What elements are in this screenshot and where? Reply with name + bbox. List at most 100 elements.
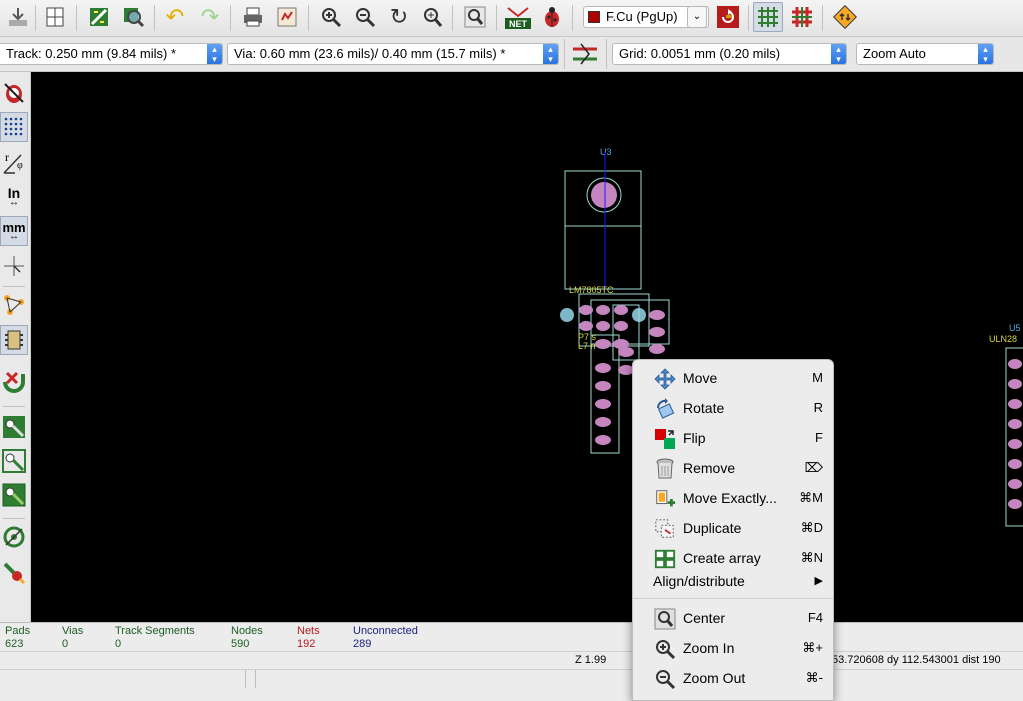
new-board-icon[interactable] — [84, 2, 114, 32]
menu-item-remove[interactable]: Remove ⌦ — [633, 453, 833, 483]
submenu-arrow-icon: ▶ — [814, 575, 823, 587]
value-label-l7: L7 n — [578, 341, 596, 351]
move-icon — [654, 368, 676, 390]
auto-track-width-icon[interactable] — [571, 41, 599, 67]
menu-shortcut: ⌘D — [800, 520, 823, 535]
value-label-cluster: LM7805TC — [569, 285, 614, 295]
script-icon[interactable] — [830, 2, 860, 32]
menu-shortcut: F — [815, 430, 823, 445]
pcb-canvas[interactable]: U3 LM7805TC P7 s L7 n U5 ULN28 — [31, 72, 1023, 622]
zoom-fit-icon[interactable] — [417, 2, 447, 32]
page-settings-icon[interactable] — [40, 2, 70, 32]
stat-pads-label: Pads — [5, 625, 31, 637]
stat-tracks-label: Track Segments — [115, 625, 195, 637]
status-bar: Pads 623 Vias 0 Track Segments 0 Nodes 5… — [0, 622, 1023, 688]
stat-unconnected-label: Unconnected — [353, 625, 418, 637]
stat-nets-label: Nets — [297, 625, 320, 637]
zoom-out-icon[interactable] — [350, 2, 380, 32]
stat-pads-value: 623 — [5, 638, 24, 650]
plot-icon[interactable] — [272, 2, 302, 32]
track-grid-icon[interactable] — [787, 2, 817, 32]
menu-item-label: Center — [683, 610, 726, 626]
grid-snap-icon[interactable] — [753, 2, 783, 32]
zone-fill-icon[interactable] — [0, 480, 28, 510]
rotate-icon — [654, 398, 676, 420]
grid-value: Grid: 0.0051 mm (0.20 mils) — [619, 46, 781, 61]
menu-item-label: Rotate — [683, 400, 725, 416]
netlist-icon[interactable]: NET — [503, 2, 533, 32]
grid-display-icon[interactable] — [0, 112, 28, 142]
chevron-updown-icon: ▴ ▾ — [831, 44, 846, 64]
no-ratsnest-icon[interactable] — [0, 367, 28, 397]
menu-shortcut: ⌘+ — [802, 640, 823, 655]
menu-shortcut: ⌦ — [804, 460, 823, 475]
zoom-in-icon — [654, 638, 676, 660]
zoom-out-icon — [654, 668, 676, 690]
menu-item-label: Duplicate — [683, 520, 742, 536]
module-ratsnest-icon[interactable] — [0, 325, 28, 355]
menu-item-move-exactly[interactable]: Move Exactly... ⌘M — [633, 483, 833, 513]
drc-icon[interactable] — [537, 2, 567, 32]
find-icon[interactable] — [118, 2, 148, 32]
zone-outline-icon[interactable] — [0, 446, 28, 476]
ref-u5: U5 — [1009, 323, 1021, 333]
menu-shortcut: ⌘M — [799, 490, 823, 505]
zoom-selection-icon[interactable] — [460, 2, 490, 32]
ref-u3: U3 — [600, 147, 612, 157]
double-arrow-icon: ↔ — [9, 230, 19, 242]
show-zones-icon[interactable] — [0, 412, 28, 442]
zoom-select[interactable]: Zoom Auto ▴ ▾ — [856, 43, 994, 65]
polar-phi-label: φ — [17, 160, 23, 171]
double-arrow-icon: ↔ — [9, 197, 19, 208]
trash-icon — [654, 458, 676, 480]
print-icon[interactable] — [238, 2, 268, 32]
menu-item-rotate[interactable]: Rotate R — [633, 393, 833, 423]
left-toolbar: rφ In ↔ mm ↔ — [0, 72, 31, 622]
menu-separator — [633, 598, 833, 599]
redraw-icon[interactable]: ↻ — [384, 2, 414, 32]
cursor-shape-icon[interactable] — [0, 251, 28, 281]
u3-mounting-pad — [591, 182, 617, 208]
menu-item-flip[interactable]: Flip F — [633, 423, 833, 453]
via-size-value: Via: 0.60 mm (23.6 mils)/ 0.40 mm (15.7 … — [234, 46, 506, 61]
zoom-readout: Z 1.99 — [575, 654, 607, 666]
units-mm-button[interactable]: mm ↔ — [0, 216, 28, 246]
track-width-value: Track: 0.250 mm (9.84 mils) * — [6, 46, 177, 61]
layer-dropdown-icon[interactable]: ⌄ — [687, 6, 707, 28]
submenu-label: Align/distribute — [653, 573, 745, 589]
menu-item-duplicate[interactable]: Duplicate ⌘D — [633, 513, 833, 543]
center-icon — [654, 608, 676, 630]
via-sketch-icon[interactable] — [0, 522, 28, 552]
zoom-in-icon[interactable] — [316, 2, 346, 32]
board-setup-icon[interactable] — [3, 2, 33, 32]
track-width-select[interactable]: Track: 0.250 mm (9.84 mils) * ▴ ▾ — [0, 43, 223, 65]
options-toolbar: Track: 0.250 mm (9.84 mils) * ▴ ▾ Via: 0.… — [0, 37, 1023, 72]
units-inch-button[interactable]: In ↔ — [0, 182, 28, 212]
grid-select[interactable]: Grid: 0.0051 mm (0.20 mils) ▴ ▾ — [612, 43, 847, 65]
array-icon — [654, 548, 676, 570]
redo-icon[interactable]: ↷ — [195, 2, 225, 32]
menu-item-zoom-in[interactable]: Zoom In ⌘+ — [633, 633, 833, 663]
stat-nodes-label: Nodes — [231, 625, 263, 637]
chevron-updown-icon: ▴ ▾ — [978, 44, 993, 64]
layer-pair-icon[interactable] — [713, 2, 743, 32]
undo-icon[interactable]: ↶ — [160, 2, 190, 32]
via-size-select[interactable]: Via: 0.60 mm (23.6 mils)/ 0.40 mm (15.7 … — [227, 43, 559, 65]
menu-item-align-distribute[interactable]: Align/distribute ▶ — [633, 570, 833, 594]
menu-item-zoom-out[interactable]: Zoom Out ⌘- — [633, 663, 833, 693]
menu-item-label: Create array — [683, 550, 761, 566]
track-sketch-icon[interactable] — [0, 558, 28, 588]
ratsnest-icon[interactable] — [0, 290, 28, 320]
stat-vias-label: Vias — [62, 625, 84, 637]
drc-off-icon[interactable] — [0, 78, 28, 108]
context-menu: Move M Rotate R Flip F Remove ⌦ Move Exa… — [632, 359, 834, 701]
menu-item-move[interactable]: Move M — [633, 363, 833, 393]
chevron-updown-icon: ▴ ▾ — [543, 44, 558, 64]
polar-coords-icon[interactable]: rφ — [0, 148, 28, 178]
menu-item-center[interactable]: Center F4 — [633, 603, 833, 633]
move-exactly-icon — [654, 488, 676, 510]
duplicate-icon — [654, 518, 676, 540]
menu-item-create-array[interactable]: Create array ⌘N — [633, 543, 833, 573]
stat-nodes-value: 590 — [231, 638, 250, 650]
menu-shortcut: ⌘- — [805, 670, 823, 685]
